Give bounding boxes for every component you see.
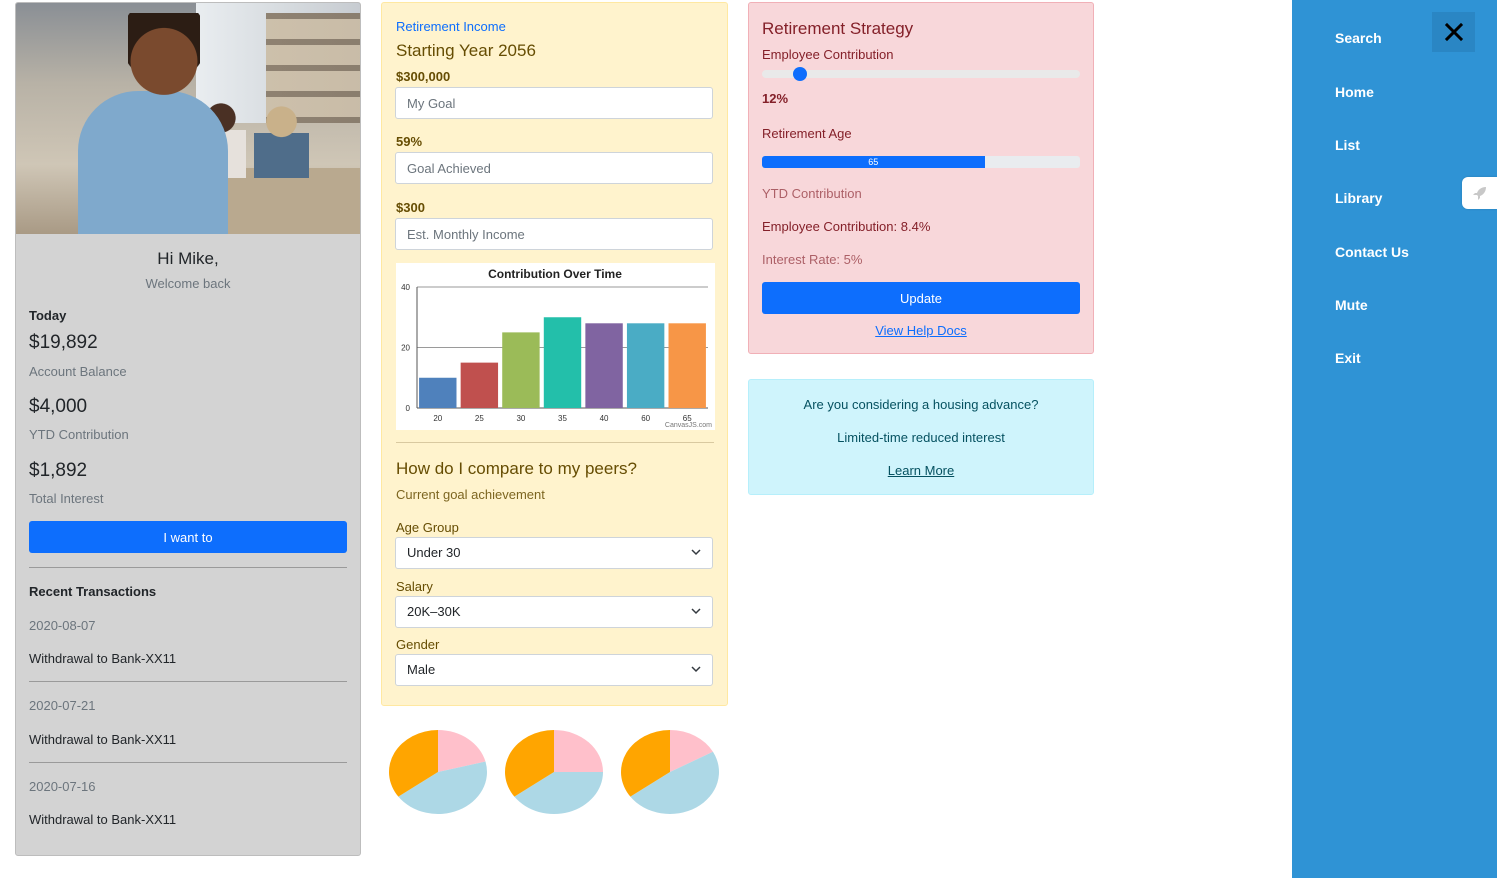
x-tick-label: 20 bbox=[433, 414, 442, 423]
total-interest-label: Total Interest bbox=[29, 491, 104, 506]
chevron-down-icon bbox=[691, 666, 701, 673]
chart-credit: CanvasJS.com bbox=[665, 422, 712, 429]
compare-title: How do I compare to my peers? bbox=[396, 459, 637, 478]
welcome-text: Welcome back bbox=[145, 276, 231, 291]
ytd-contribution-label: YTD Contribution bbox=[29, 427, 129, 442]
transaction-description: Withdrawal to Bank-XX11 bbox=[29, 732, 177, 747]
retirement-income-card: Retirement Income Starting Year 2056 $30… bbox=[381, 2, 728, 706]
retirement-income-link[interactable]: Retirement Income bbox=[396, 19, 506, 34]
my-goal-input[interactable] bbox=[395, 87, 713, 119]
close-menu-button[interactable] bbox=[1432, 12, 1475, 52]
nav-item-contact-us[interactable]: Contact Us bbox=[1335, 244, 1409, 260]
total-interest-value: $1,892 bbox=[29, 460, 88, 481]
chart-title: Contribution Over Time bbox=[488, 267, 622, 281]
housing-advance-card: Are you considering a housing advance? L… bbox=[748, 379, 1094, 495]
contribution-value: 12% bbox=[762, 91, 789, 106]
contribution-chart-svg: Contribution Over Time0204020 25 30 35 40 60 6… bbox=[401, 267, 712, 429]
x-tick-label: 35 bbox=[558, 414, 567, 423]
chevron-down-icon bbox=[691, 549, 701, 556]
salary-select[interactable]: 20K–30K bbox=[395, 596, 713, 628]
divider bbox=[29, 762, 347, 763]
recent-transactions-title: Recent Transactions bbox=[29, 584, 157, 599]
bar bbox=[543, 317, 582, 408]
housing-subtext: Limited-time reduced interest bbox=[837, 430, 1005, 445]
nav-item-search[interactable]: Search bbox=[1335, 30, 1382, 46]
gender-value: Male bbox=[407, 662, 436, 677]
transaction-date: 2020-07-21 bbox=[29, 698, 96, 713]
housing-question: Are you considering a housing advance? bbox=[803, 397, 1039, 412]
nav-item-home[interactable]: Home bbox=[1335, 84, 1374, 100]
divider bbox=[29, 681, 347, 682]
goal-achieved-value: 59% bbox=[396, 134, 423, 149]
transaction-description: Withdrawal to Bank-XX11 bbox=[29, 812, 177, 827]
bar bbox=[460, 362, 499, 408]
account-balance-label: Account Balance bbox=[29, 364, 127, 379]
transaction-date: 2020-08-07 bbox=[29, 618, 96, 633]
interest-rate: Interest Rate: 5% bbox=[762, 252, 863, 267]
contribution-slider[interactable] bbox=[762, 67, 1080, 81]
i-want-to-button[interactable]: I want to bbox=[29, 521, 347, 553]
age-group-select[interactable]: Under 30 bbox=[395, 537, 713, 569]
bar bbox=[626, 323, 665, 408]
goal-achieved-input[interactable] bbox=[395, 152, 713, 184]
side-navigation: Search Home List Library Contact Us Mute… bbox=[1292, 0, 1497, 878]
nav-item-mute[interactable]: Mute bbox=[1335, 297, 1368, 313]
x-tick-label: 40 bbox=[600, 414, 609, 423]
retirement-strategy-card: Retirement Strategy Employee Contributio… bbox=[748, 2, 1094, 354]
divider bbox=[29, 567, 347, 568]
starting-year-title: Starting Year 2056 bbox=[396, 41, 536, 60]
goal-value: $300,000 bbox=[396, 69, 451, 84]
bar bbox=[668, 323, 706, 408]
monthly-income-input[interactable] bbox=[395, 218, 713, 250]
ytd-contribution-value: $4,000 bbox=[29, 396, 88, 417]
profile-card: Hi Mike, Welcome back Today $19,892 Acco… bbox=[15, 2, 361, 856]
pie-slice bbox=[554, 730, 603, 772]
chevron-down-icon bbox=[691, 608, 701, 615]
employee-contribution-label: Employee Contribution bbox=[762, 47, 894, 62]
rocket-icon bbox=[1472, 187, 1486, 200]
x-tick-label: 60 bbox=[641, 414, 650, 423]
transaction-date: 2020-07-16 bbox=[29, 779, 96, 794]
update-button[interactable]: Update bbox=[762, 282, 1080, 314]
pie-charts-svg bbox=[389, 730, 719, 814]
bar bbox=[502, 332, 540, 408]
nav-item-exit[interactable]: Exit bbox=[1335, 350, 1361, 366]
compare-subtitle: Current goal achievement bbox=[396, 487, 545, 502]
account-balance-value: $19,892 bbox=[29, 332, 98, 353]
nav-item-library[interactable]: Library bbox=[1335, 190, 1382, 206]
contribution-chart: Contribution Over Time 0 20 40 20 25 30 35 40 60 6… bbox=[396, 263, 715, 430]
today-label: Today bbox=[29, 308, 67, 323]
monthly-income-value: $300 bbox=[396, 200, 425, 215]
y-tick-label: 0 bbox=[406, 404, 411, 413]
peer-pie-charts bbox=[381, 724, 728, 824]
x-tick-label: 25 bbox=[475, 414, 484, 423]
retirement-age-bar: 65 bbox=[762, 156, 985, 168]
x-tick-label: 30 bbox=[516, 414, 525, 423]
retirement-age-label: Retirement Age bbox=[762, 126, 852, 141]
learn-more-link[interactable]: Learn More bbox=[888, 463, 954, 478]
floating-rocket-button[interactable] bbox=[1462, 177, 1497, 209]
salary-value: 20K–30K bbox=[407, 604, 461, 619]
salary-label: Salary bbox=[396, 579, 433, 594]
greeting: Hi Mike, bbox=[157, 249, 219, 268]
age-group-label: Age Group bbox=[396, 520, 459, 535]
strategy-title: Retirement Strategy bbox=[762, 19, 914, 38]
profile-photo bbox=[16, 3, 360, 234]
y-tick-label: 40 bbox=[401, 283, 410, 292]
ytd-contribution-label: YTD Contribution bbox=[762, 186, 862, 201]
transaction-description: Withdrawal to Bank-XX11 bbox=[29, 651, 177, 666]
retirement-age-progress: 65 bbox=[762, 156, 1080, 168]
gender-select[interactable]: Male bbox=[395, 654, 713, 686]
y-tick-label: 20 bbox=[401, 344, 410, 353]
slider-thumb[interactable] bbox=[793, 67, 808, 81]
divider bbox=[396, 442, 714, 443]
view-help-docs-link[interactable]: View Help Docs bbox=[749, 323, 1093, 338]
employee-contribution-rate: Employee Contribution: 8.4% bbox=[762, 219, 931, 234]
nav-item-list[interactable]: List bbox=[1335, 137, 1360, 153]
gender-label: Gender bbox=[396, 637, 440, 652]
age-group-value: Under 30 bbox=[407, 545, 461, 560]
bar bbox=[419, 377, 457, 408]
bar bbox=[585, 323, 623, 408]
close-icon bbox=[1444, 22, 1463, 42]
